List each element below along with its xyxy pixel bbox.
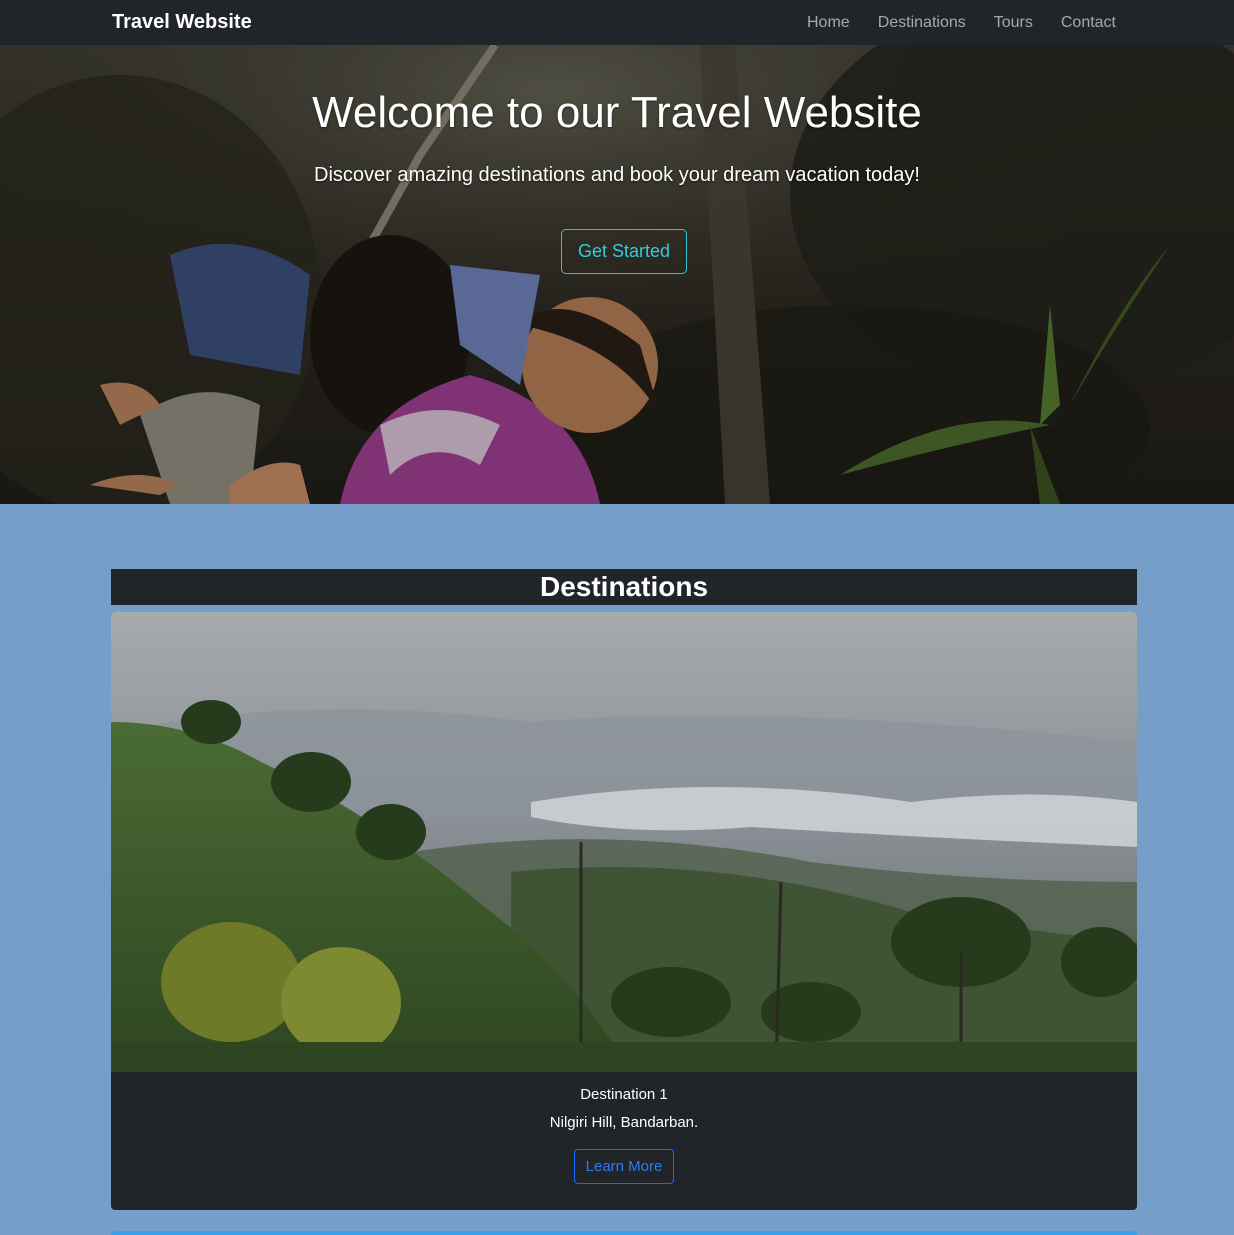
hero-section: Welcome to our Travel Website Discover a… bbox=[0, 45, 1234, 504]
nav-link-contact[interactable]: Contact bbox=[1061, 14, 1116, 32]
nav-link-tours[interactable]: Tours bbox=[994, 14, 1033, 32]
brand-logo-text[interactable]: Travel Website bbox=[112, 11, 252, 34]
hero-subtitle: Discover amazing destinations and book y… bbox=[314, 164, 920, 186]
nav-link-destinations[interactable]: Destinations bbox=[878, 14, 966, 32]
destination-location: Nilgiri Hill, Bandarban. bbox=[549, 1114, 699, 1131]
hero-title: Welcome to our Travel Website bbox=[312, 88, 922, 137]
destination-image[interactable] bbox=[111, 612, 1137, 1072]
destination-card: Destination 1 Nilgiri Hill, Bandarban. L… bbox=[111, 612, 1137, 1210]
navbar: Travel Website Home Destinations Tours C… bbox=[0, 0, 1234, 45]
nav-link-home[interactable]: Home bbox=[807, 14, 850, 32]
learn-more-button[interactable]: Learn More bbox=[574, 1149, 674, 1184]
next-card-edge bbox=[111, 1231, 1137, 1235]
destinations-header: Destinations bbox=[111, 569, 1137, 605]
nav-links: Home Destinations Tours Contact bbox=[779, 0, 1116, 45]
get-started-button[interactable]: Get Started bbox=[561, 229, 687, 274]
destinations-heading: Destinations bbox=[539, 571, 709, 602]
destination-name: Destination 1 bbox=[580, 1086, 668, 1103]
